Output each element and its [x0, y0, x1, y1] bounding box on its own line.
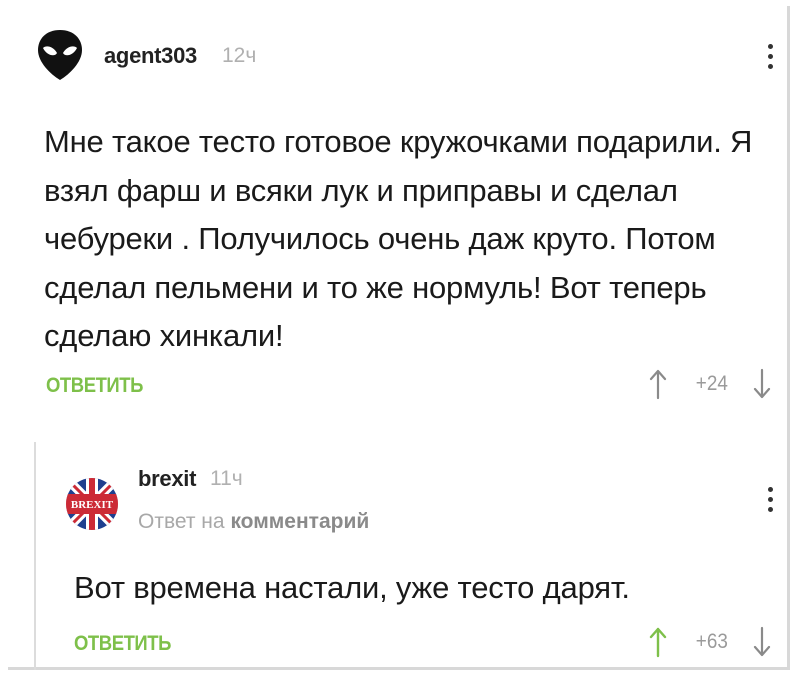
comment-author[interactable]: agent303: [104, 43, 197, 69]
comment-thread: agent303 12ч Мне такое тесто готовое кру…: [8, 6, 790, 670]
more-options-icon[interactable]: [768, 44, 774, 70]
comment-text: Мне такое тесто готовое кружочками подар…: [44, 124, 753, 353]
downvote-arrow-icon[interactable]: [752, 626, 772, 658]
comment-timestamp: 11ч: [210, 467, 243, 490]
reply-thread-line: [34, 442, 36, 670]
comment-score: +63: [695, 630, 728, 653]
brexit-flag-icon[interactable]: BREXIT: [64, 476, 120, 532]
comment: agent303 12ч Мне такое тесто готовое кру…: [8, 6, 788, 426]
more-options-icon[interactable]: [768, 487, 774, 513]
reply-to-info: Ответ на комментарий: [138, 510, 369, 534]
downvote-arrow-icon[interactable]: [752, 368, 772, 400]
comment-timestamp: 12ч: [222, 44, 257, 67]
comment-score: +24: [695, 372, 728, 395]
comment-text: Вот времена настали, уже тесто дарят.: [74, 570, 630, 605]
alien-head-icon[interactable]: [36, 28, 84, 82]
upvote-arrow-icon[interactable]: [648, 368, 668, 400]
reply-to-prefix: Ответ на: [138, 510, 225, 533]
reply-to-link[interactable]: комментарий: [230, 510, 369, 533]
comment-author[interactable]: brexit: [138, 466, 196, 492]
vote-controls: +63: [648, 626, 772, 658]
reply-button[interactable]: ОТВЕТИТЬ: [74, 632, 171, 656]
vote-controls: +24: [648, 368, 772, 400]
reply-button[interactable]: ОТВЕТИТЬ: [46, 374, 143, 398]
svg-text:BREXIT: BREXIT: [71, 499, 114, 511]
upvote-arrow-icon[interactable]: [648, 626, 668, 658]
